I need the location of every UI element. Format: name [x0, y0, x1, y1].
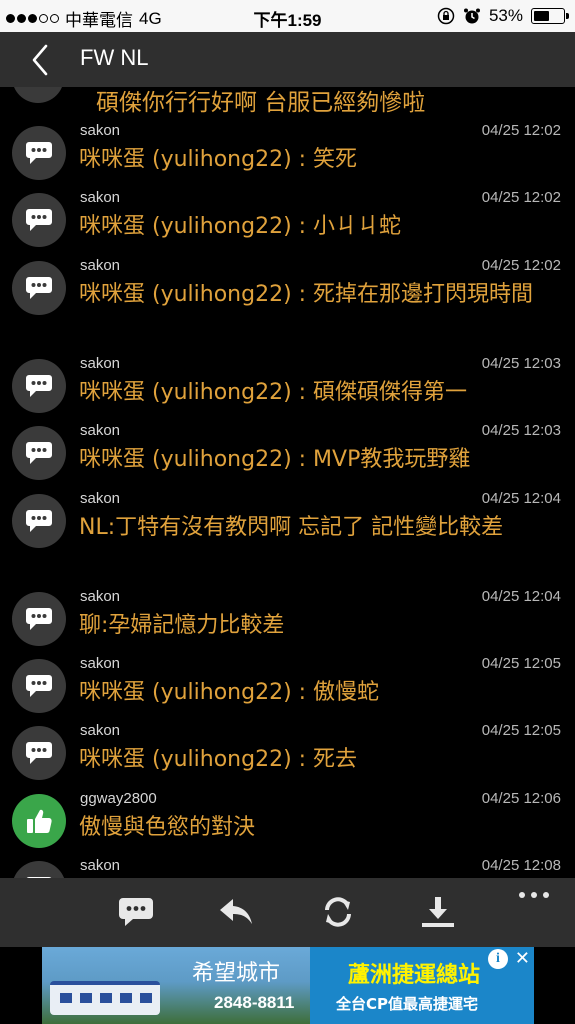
- speech-bubble-icon: [26, 209, 52, 231]
- avatar: [12, 592, 66, 646]
- nav-bar: FW NL: [0, 32, 575, 87]
- ad-title: 希望城市: [192, 961, 281, 986]
- message-text: 碩傑你行行好啊 台服已經夠慘啦: [96, 90, 426, 116]
- battery-icon: [531, 8, 569, 24]
- speech-bubble-icon: [26, 510, 52, 532]
- speech-bubble-icon: [26, 608, 52, 630]
- ad-close-icon[interactable]: ✕: [515, 948, 530, 968]
- avatar: [12, 261, 66, 315]
- message-text: 咪咪蛋 (yulihong22) : MVP教我玩野雞: [79, 447, 471, 472]
- bottom-toolbar: [0, 878, 575, 947]
- message-text: 咪咪蛋 (yulihong22) : 死去: [79, 747, 358, 772]
- message-timestamp: 04/25 12:04: [481, 490, 561, 507]
- message-author: sakon: [80, 355, 121, 372]
- message-author: sakon: [80, 655, 121, 672]
- thumbs-up-icon: [27, 809, 52, 833]
- message-author: sakon: [80, 722, 121, 739]
- message-author: sakon: [80, 857, 121, 874]
- page-title: FW NL: [80, 45, 149, 70]
- message-author: sakon: [80, 422, 121, 439]
- avatar: [12, 794, 66, 848]
- message-text: 咪咪蛋 (yulihong22) : 小ㄐㄐ蛇: [79, 214, 402, 239]
- avatar: [12, 126, 66, 180]
- message-timestamp: 04/25 12:03: [481, 422, 561, 439]
- message-timestamp: 04/25 12:06: [481, 790, 561, 807]
- message-author: ggway2800: [80, 790, 157, 807]
- comment-button[interactable]: [116, 892, 156, 932]
- avatar: [12, 726, 66, 780]
- download-icon: [422, 897, 454, 927]
- message-timestamp: 04/25 12:03: [481, 355, 561, 372]
- reply-icon: [220, 899, 252, 924]
- status-bar: 中華電信 4G 下午1:59 53%: [0, 0, 575, 32]
- message-timestamp: 04/25 12:08: [481, 857, 561, 874]
- ad-info-icon[interactable]: i: [488, 949, 508, 969]
- message-timestamp: 04/25 12:02: [481, 122, 561, 139]
- message-text: 咪咪蛋 (yulihong22) : 死掉在那邊打閃現時間: [79, 282, 534, 307]
- more-icon[interactable]: [519, 892, 549, 898]
- speech-bubble-icon: [26, 277, 52, 299]
- message-author: sakon: [80, 122, 121, 139]
- ad-content[interactable]: 希望城市 2848-8811 蘆洲捷運總站 全台CP值最高捷運宅 i ✕: [42, 947, 534, 1024]
- message-list[interactable]: 碩傑你行行好啊 台服已經夠慘啦 sakon 04/25 12:02 咪咪蛋 (yul…: [0, 87, 575, 878]
- message-timestamp: 04/25 12:05: [481, 722, 561, 739]
- speech-bubble-icon: [26, 675, 52, 697]
- comment-icon: [119, 898, 153, 926]
- avatar: [12, 426, 66, 480]
- avatar: [12, 87, 64, 103]
- message-author: sakon: [80, 490, 121, 507]
- message-text: 咪咪蛋 (yulihong22) : 傲慢蛇: [79, 680, 380, 705]
- avatar: [12, 494, 66, 548]
- message-timestamp: 04/25 12:05: [481, 655, 561, 672]
- message-text: 傲慢與色慾的對決: [79, 815, 256, 840]
- message-text: 聊:孕婦記憶力比較差: [79, 613, 285, 638]
- rotation-lock-icon: [437, 7, 455, 25]
- ad-banner[interactable]: 希望城市 2848-8811 蘆洲捷運總站 全台CP值最高捷運宅 i ✕: [0, 947, 575, 1024]
- ad-subline: 全台CP值最高捷運宅: [336, 995, 479, 1013]
- message-timestamp: 04/25 12:02: [481, 257, 561, 274]
- message-author: sakon: [80, 257, 121, 274]
- ad-image: 希望城市 2848-8811: [42, 947, 310, 1024]
- train-graphic: [50, 981, 160, 1015]
- speech-bubble-icon: [26, 442, 52, 464]
- message-timestamp: 04/25 12:02: [481, 189, 561, 206]
- avatar: [12, 193, 66, 247]
- message-author: sakon: [80, 189, 121, 206]
- message-author: sakon: [80, 588, 121, 605]
- back-arrow-icon[interactable]: [26, 42, 56, 78]
- reply-button[interactable]: [216, 892, 256, 932]
- ad-text-panel: 蘆洲捷運總站 全台CP值最高捷運宅 i ✕: [310, 947, 534, 1024]
- avatar: [12, 659, 66, 713]
- battery-fill: [534, 11, 549, 21]
- battery-percent: 53%: [488, 6, 523, 25]
- alarm-icon: [463, 8, 480, 24]
- avatar: [12, 861, 66, 878]
- speech-bubble-icon: [26, 742, 52, 764]
- avatar: [12, 359, 66, 413]
- message-timestamp: 04/25 12:04: [481, 588, 561, 605]
- ad-phone: 2848-8811: [214, 993, 295, 1012]
- download-button[interactable]: [418, 892, 458, 932]
- message-text: NL:丁特有沒有教閃啊 忘記了 記性變比較差: [79, 515, 504, 540]
- refresh-button[interactable]: [318, 892, 358, 932]
- status-right: 53%: [437, 6, 569, 26]
- message-text: 咪咪蛋 (yulihong22) : 碩傑碩傑得第一: [79, 380, 468, 405]
- message-text: 咪咪蛋 (yulihong22) : 笑死: [79, 147, 358, 172]
- speech-bubble-icon: [26, 375, 52, 397]
- ad-headline: 蘆洲捷運總站: [348, 963, 481, 988]
- refresh-icon: [325, 897, 351, 927]
- speech-bubble-icon: [26, 142, 52, 164]
